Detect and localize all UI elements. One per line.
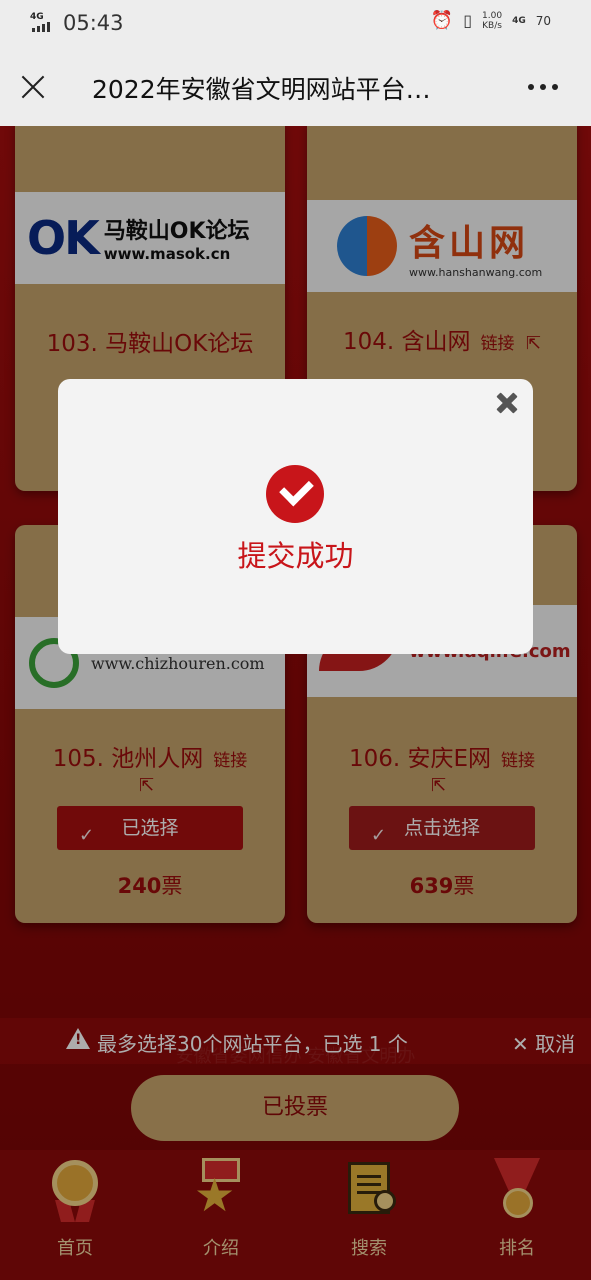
network-type: 4G	[30, 12, 44, 22]
vibrate-icon: ▯	[463, 11, 473, 30]
clock: 05:43	[63, 11, 124, 35]
close-icon[interactable]	[495, 391, 519, 415]
more-menu-icon[interactable]	[528, 84, 558, 90]
close-icon[interactable]	[18, 72, 48, 102]
alarm-icon: ⏰	[430, 10, 454, 31]
nav-bar: 2022年安徽省文明网站平台…	[0, 48, 591, 126]
network-speed: 1.00 KB/s	[482, 10, 503, 31]
status-icons: ⏰ ▯ 1.00 KB/s 4G 70	[431, 10, 551, 31]
status-bar: 4G 05:43 ⏰ ▯ 1.00 KB/s 4G 70	[0, 0, 591, 48]
modal-overlay[interactable]	[0, 126, 591, 1280]
success-dialog: 提交成功	[58, 379, 533, 654]
success-message: 提交成功	[237, 539, 354, 573]
page-title: 2022年安徽省文明网站平台…	[92, 75, 431, 104]
success-check-icon	[266, 465, 324, 523]
signal-icon	[32, 22, 52, 32]
battery-level: 70	[535, 13, 551, 28]
network-type-2: 4G	[512, 15, 526, 26]
